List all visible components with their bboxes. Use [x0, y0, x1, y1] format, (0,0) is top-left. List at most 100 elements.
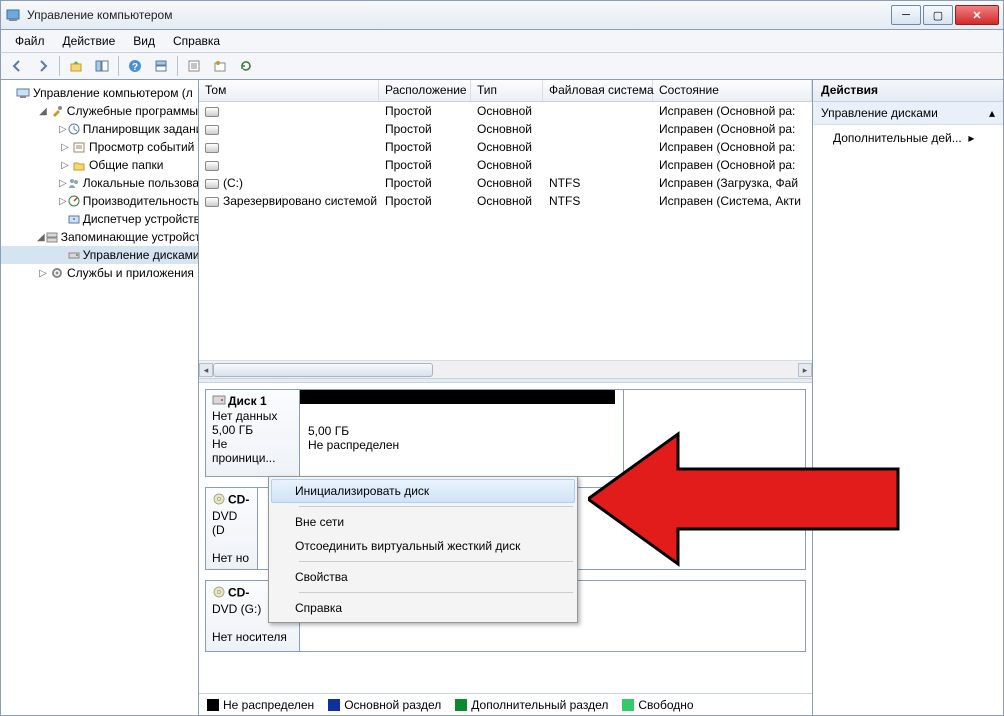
legend-extended: Дополнительный раздел	[455, 698, 608, 712]
scroll-thumb[interactable]	[213, 363, 433, 377]
tree-scheduler[interactable]: ▷Планировщик заданий	[1, 120, 198, 138]
expander-icon[interactable]: ◢	[37, 106, 49, 117]
show-hide-tree-button[interactable]	[90, 55, 114, 77]
back-button[interactable]	[5, 55, 29, 77]
disk-partition-empty	[624, 390, 805, 476]
expander-icon[interactable]: ▷	[59, 142, 71, 153]
tree-label: Производительность	[83, 194, 199, 208]
col-fs[interactable]: Файловая система	[543, 80, 653, 101]
device-icon	[67, 211, 81, 227]
volume-table-header: Том Расположение Тип Файловая система Со…	[199, 80, 812, 102]
services-icon	[49, 265, 65, 281]
cm-initialize-disk[interactable]: Инициализировать диск	[271, 479, 575, 503]
minimize-button[interactable]: ─	[891, 5, 921, 25]
table-row[interactable]: ПростойОсновнойИсправен (Основной ра:	[199, 138, 812, 156]
actions-section-label: Управление дисками	[821, 106, 938, 120]
scroll-left-icon[interactable]: ◂	[199, 363, 213, 377]
menu-view[interactable]: Вид	[125, 32, 163, 50]
volume-table: Том Расположение Тип Файловая система Со…	[199, 80, 812, 378]
menu-action[interactable]: Действие	[55, 32, 124, 50]
actions-section[interactable]: Управление дисками ▴	[813, 102, 1003, 125]
disk-drive: DVD (D	[212, 509, 237, 537]
settings-button[interactable]	[182, 55, 206, 77]
disk-partition-unallocated[interactable]: 5,00 ГБНе распределен	[300, 390, 624, 476]
tree-tools[interactable]: ◢ Служебные программы	[1, 102, 198, 120]
cm-properties[interactable]: Свойства	[271, 565, 575, 589]
expander-icon[interactable]: ◢	[37, 232, 45, 243]
users-icon	[67, 175, 81, 191]
col-ras[interactable]: Расположение	[379, 80, 471, 101]
storage-icon	[45, 229, 59, 245]
tree-root[interactable]: Управление компьютером (л	[1, 84, 198, 102]
table-hscroll[interactable]: ◂ ▸	[199, 360, 812, 378]
tree-storage[interactable]: ◢Запоминающие устройст	[1, 228, 198, 246]
disk-icon	[212, 394, 226, 409]
cm-detach-vhd[interactable]: Отсоединить виртуальный жесткий диск	[271, 534, 575, 558]
tools-icon	[49, 103, 65, 119]
events-icon	[71, 139, 87, 155]
help-button[interactable]: ?	[123, 55, 147, 77]
menu-file[interactable]: Файл	[7, 32, 53, 50]
disk-state: Нет носителя	[212, 630, 287, 644]
disk-row[interactable]: Диск 1 Нет данных 5,00 ГБ Не проиници...…	[205, 389, 806, 477]
svg-text:?: ?	[132, 62, 138, 73]
cd-icon	[212, 492, 226, 509]
tree-devmgr[interactable]: ▷Диспетчер устройств	[1, 210, 198, 228]
tree-label: Общие папки	[89, 158, 163, 172]
tree-label: Управление дисками	[83, 248, 199, 262]
forward-button[interactable]	[31, 55, 55, 77]
actions-more[interactable]: Дополнительные дей... ▸	[813, 125, 1003, 151]
app-icon	[5, 7, 21, 23]
tree-services[interactable]: ▷ Службы и приложения	[1, 264, 198, 282]
disk-status2: Не проиници...	[212, 437, 275, 465]
close-button[interactable]: ✕	[955, 5, 999, 25]
expander-icon[interactable]: ▷	[37, 268, 49, 279]
table-row[interactable]: ПростойОсновнойИсправен (Основной ра:	[199, 120, 812, 138]
table-row[interactable]: ПростойОсновнойИсправен (Основной ра:	[199, 102, 812, 120]
tree-users[interactable]: ▷Локальные пользовате	[1, 174, 198, 192]
disk-icon	[67, 247, 81, 263]
table-row[interactable]: Зарезервировано системойПростойОсновнойN…	[199, 192, 812, 210]
table-row[interactable]: ПростойОсновнойИсправен (Основной ра:	[199, 156, 812, 174]
cm-help[interactable]: Справка	[271, 596, 575, 620]
disk-label: Диск 1 Нет данных 5,00 ГБ Не проиници...	[206, 390, 300, 476]
tree-events[interactable]: ▷ Просмотр событий	[1, 138, 198, 156]
folder-icon	[71, 157, 87, 173]
nav-tree: Управление компьютером (л ◢ Служебные пр…	[1, 80, 199, 715]
expander-icon[interactable]: ▷	[59, 160, 71, 171]
col-tom[interactable]: Том	[199, 80, 379, 101]
table-row[interactable]: (C:)ПростойОсновнойNTFSИсправен (Загрузк…	[199, 174, 812, 192]
context-menu: Инициализировать диск Вне сети Отсоедини…	[268, 476, 578, 623]
disk-name: Диск 1	[228, 394, 267, 408]
cm-offline[interactable]: Вне сети	[271, 510, 575, 534]
actions-header: Действия	[813, 80, 1003, 102]
menu-help[interactable]: Справка	[165, 32, 228, 50]
toolbar: ?	[0, 52, 1004, 80]
tree-perf[interactable]: ▷ Производительность	[1, 192, 198, 210]
expander-icon[interactable]: ▷	[59, 196, 67, 207]
expander-icon[interactable]: ▷	[59, 124, 67, 135]
up-button[interactable]	[64, 55, 88, 77]
view-top-button[interactable]	[149, 55, 173, 77]
disk-name: CD-	[228, 586, 249, 600]
cd-icon	[212, 585, 226, 602]
col-tip[interactable]: Тип	[471, 80, 543, 101]
tree-label: Службы и приложения	[67, 266, 194, 280]
tree-shared[interactable]: ▷ Общие папки	[1, 156, 198, 174]
legend: Не распределен Основной раздел Дополните…	[199, 693, 812, 715]
actions-pane: Действия Управление дисками ▴ Дополнител…	[813, 80, 1003, 715]
expander-icon[interactable]: ▷	[59, 178, 67, 189]
action-button[interactable]	[208, 55, 232, 77]
tree-label: Просмотр событий	[89, 140, 194, 154]
scroll-right-icon[interactable]: ▸	[798, 363, 812, 377]
tree-label: Служебные программы	[67, 104, 198, 118]
clock-icon	[67, 121, 81, 137]
refresh-button[interactable]	[234, 55, 258, 77]
partition-size: 5,00 ГБ	[308, 424, 349, 438]
disk-label: CD- DVD (D Нет но	[206, 488, 258, 569]
menubar: Файл Действие Вид Справка	[0, 30, 1004, 52]
maximize-button[interactable]: ▢	[923, 5, 953, 25]
col-st[interactable]: Состояние	[653, 80, 812, 101]
tree-diskmgmt[interactable]: ▷Управление дисками	[1, 246, 198, 264]
collapse-icon: ▴	[989, 106, 995, 120]
